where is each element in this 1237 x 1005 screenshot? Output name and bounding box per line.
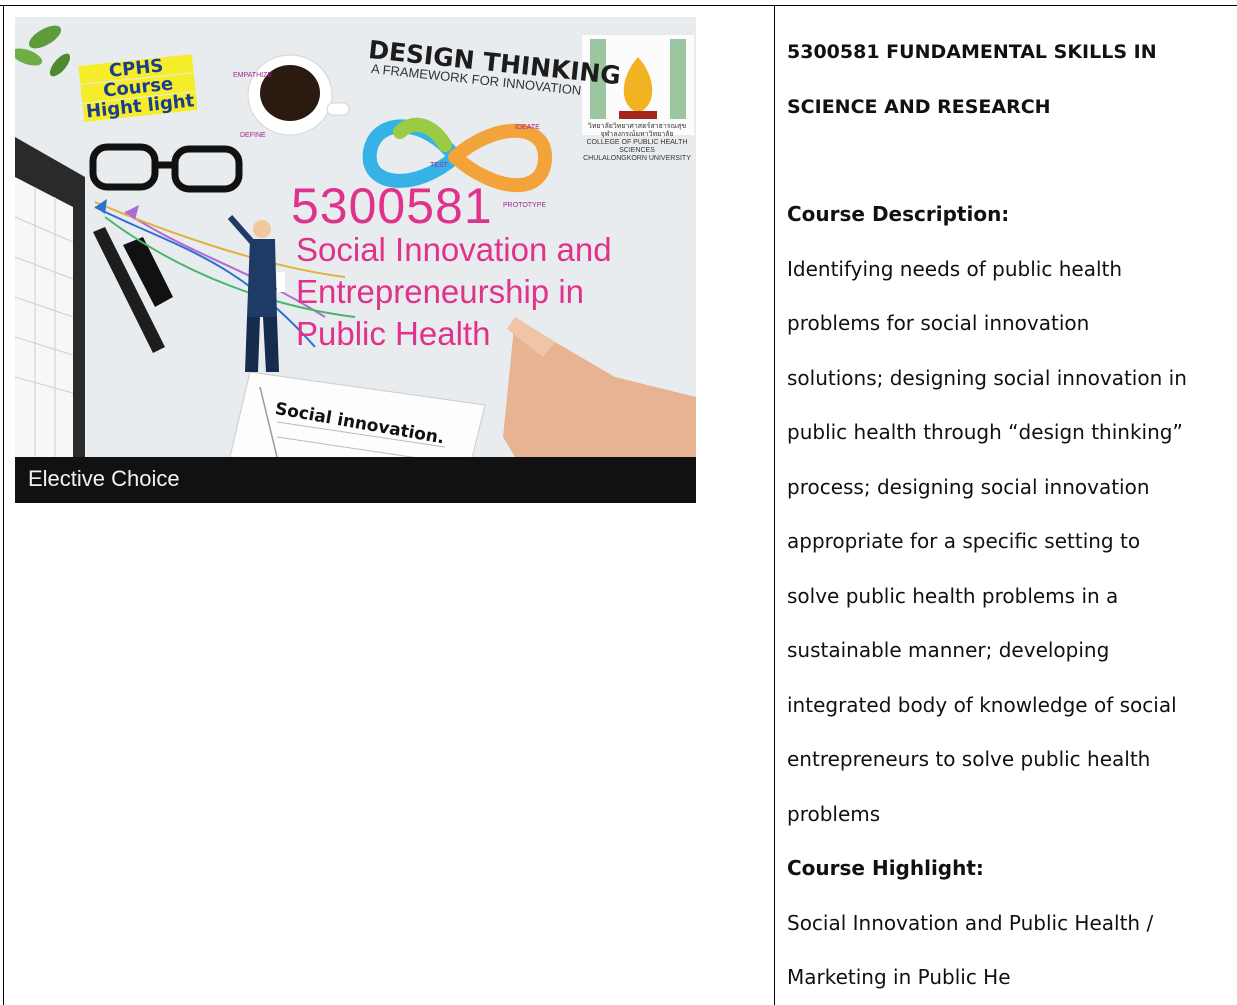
svg-text:DEFINE: DEFINE <box>240 132 266 139</box>
svg-text:IDEATE: IDEATE <box>515 124 540 131</box>
description-line: integrated body of knowledge of social <box>787 692 1177 717</box>
seal-line: CHULALONGKORN UNIVERSITY <box>583 155 691 162</box>
course-table: EMPATHIZE DEFINE TEST PROTOTYPE IDEATE C… <box>0 0 1237 1005</box>
svg-text:TEST: TEST <box>430 162 449 169</box>
highlight-line: Marketing in Public He <box>787 965 1011 989</box>
description-line: solutions; designing social innovation i… <box>787 365 1187 390</box>
course-info-panel: 5300581 FUNDAMENTAL SKILLS IN SCIENCE AN… <box>787 25 1235 1005</box>
university-seal-caption: วิทยาลัยวิทยาศาสตร์สาธารณสุข จุฬาลงกรณ์ม… <box>577 123 696 163</box>
banner-title-line: Social Innovation and <box>296 231 612 268</box>
description-line: problems for social innovation <box>787 311 1090 335</box>
laptop-keyboard-icon <box>15 137 85 457</box>
elective-choice-label: Elective Choice <box>28 466 180 491</box>
course-highlight-badge: CPHS Course Hight light <box>78 53 199 123</box>
description-line: solve public health problems in a <box>787 583 1119 608</box>
description-line: entrepreneurs to solve public health <box>787 747 1151 771</box>
description-line: appropriate for a specific setting to <box>787 529 1141 553</box>
table-left-border <box>3 5 4 1005</box>
course-banner-image: EMPATHIZE DEFINE TEST PROTOTYPE IDEATE C… <box>15 17 696 503</box>
description-line: public health through “design thinking” <box>787 420 1183 444</box>
course-header-line: 5300581 FUNDAMENTAL SKILLS IN <box>787 41 1157 63</box>
highlight-line: Social Innovation and Public Health / <box>787 910 1154 935</box>
banner-course-title: Social Innovation and Entrepreneurship i… <box>296 229 612 355</box>
banner-footer-bar: Elective Choice <box>15 457 696 503</box>
course-description-label: Course Description: <box>787 202 1010 226</box>
course-highlight-label: Course Highlight: <box>787 856 984 880</box>
description-line: process; designing social innovation <box>787 474 1150 499</box>
description-line: Identifying needs of public health <box>787 256 1123 281</box>
banner-title-line: Entrepreneurship in <box>296 273 585 310</box>
svg-text:PROTOTYPE: PROTOTYPE <box>503 202 546 209</box>
table-top-border <box>0 5 1237 6</box>
course-header-line: SCIENCE AND RESEARCH <box>787 95 1051 118</box>
seal-line: จุฬาลงกรณ์มหาวิทยาลัย <box>600 131 674 138</box>
banner-course-code: 5300581 <box>291 178 493 234</box>
table-column-divider <box>774 5 775 1005</box>
seal-line: COLLEGE OF PUBLIC HEALTH SCIENCES <box>586 139 688 154</box>
svg-text:EMPATHIZE: EMPATHIZE <box>233 72 272 79</box>
description-line: sustainable manner; developing <box>787 638 1110 662</box>
banner-title-line: Public Health <box>296 315 491 352</box>
seal-line: วิทยาลัยวิทยาศาสตร์สาธารณสุข <box>587 123 687 130</box>
description-line: problems <box>787 801 881 826</box>
